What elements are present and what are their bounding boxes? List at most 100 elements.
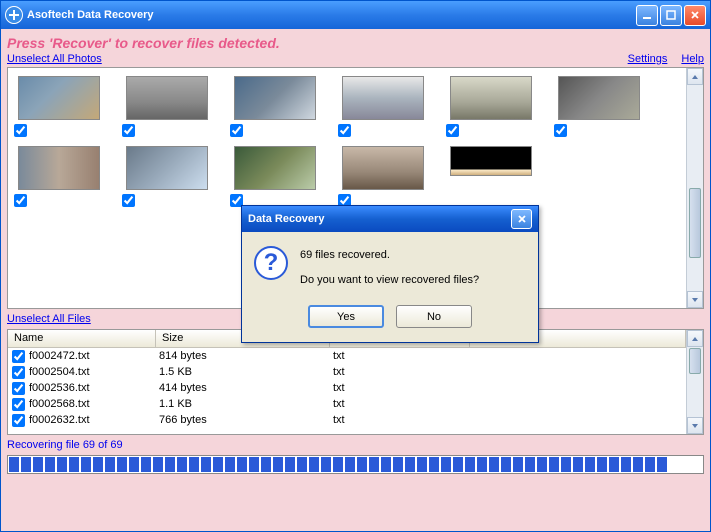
photo-thumbnail[interactable] bbox=[126, 76, 208, 120]
unselect-files-link[interactable]: Unselect All Files bbox=[7, 313, 91, 325]
photo-thumbnail[interactable] bbox=[450, 76, 532, 120]
close-button[interactable] bbox=[684, 5, 706, 26]
progress-segment bbox=[309, 457, 319, 472]
minimize-button[interactable] bbox=[636, 5, 658, 26]
settings-link[interactable]: Settings bbox=[628, 53, 668, 65]
photo-item[interactable] bbox=[122, 76, 212, 140]
photo-checkbox[interactable] bbox=[338, 124, 351, 137]
progress-segment bbox=[537, 457, 547, 472]
progress-segment bbox=[33, 457, 43, 472]
scroll-thumb[interactable] bbox=[689, 188, 701, 258]
photo-item[interactable] bbox=[446, 146, 536, 210]
photo-thumbnail[interactable] bbox=[342, 76, 424, 120]
photo-checkbox[interactable] bbox=[446, 124, 459, 137]
photo-item[interactable] bbox=[230, 146, 320, 210]
progress-segment bbox=[465, 457, 475, 472]
file-checkbox[interactable] bbox=[12, 366, 25, 379]
photo-item[interactable] bbox=[338, 146, 428, 210]
col-name[interactable]: Name bbox=[8, 330, 156, 347]
progress-segment bbox=[81, 457, 91, 472]
file-name: f0002536.txt bbox=[29, 382, 159, 394]
progress-segment bbox=[501, 457, 511, 472]
help-link[interactable]: Help bbox=[681, 53, 704, 65]
progress-segment bbox=[333, 457, 343, 472]
progress-segment bbox=[105, 457, 115, 472]
recovery-dialog: Data Recovery ? 69 files recovered. Do y… bbox=[241, 205, 539, 343]
photo-thumbnail[interactable] bbox=[558, 76, 640, 120]
photo-thumbnail[interactable] bbox=[18, 76, 100, 120]
dialog-titlebar: Data Recovery bbox=[242, 206, 538, 232]
progress-segment bbox=[261, 457, 271, 472]
photo-item[interactable] bbox=[554, 76, 644, 140]
photo-item[interactable] bbox=[230, 76, 320, 140]
file-ext: txt bbox=[333, 414, 473, 426]
yes-button[interactable]: Yes bbox=[308, 305, 384, 328]
file-checkbox[interactable] bbox=[12, 382, 25, 395]
progress-segment bbox=[321, 457, 331, 472]
file-checkbox[interactable] bbox=[12, 350, 25, 363]
photo-checkbox[interactable] bbox=[554, 124, 567, 137]
progress-segment bbox=[201, 457, 211, 472]
progress-segment bbox=[57, 457, 67, 472]
table-row[interactable]: f0002632.txt766 bytestxt bbox=[8, 412, 686, 428]
table-row[interactable]: f0002568.txt1.1 KBtxt bbox=[8, 396, 686, 412]
photo-thumbnail[interactable] bbox=[342, 146, 424, 190]
photo-thumbnail[interactable] bbox=[450, 146, 532, 176]
progress-segment bbox=[453, 457, 463, 472]
scroll-down-icon[interactable] bbox=[687, 417, 703, 434]
photo-checkbox[interactable] bbox=[14, 124, 27, 137]
progress-bar bbox=[7, 455, 704, 474]
photo-scrollbar[interactable] bbox=[686, 68, 703, 308]
file-size: 1.1 KB bbox=[159, 398, 333, 410]
scroll-up-icon[interactable] bbox=[687, 330, 703, 347]
photo-thumbnail[interactable] bbox=[234, 76, 316, 120]
photo-checkbox[interactable] bbox=[14, 194, 27, 207]
no-button[interactable]: No bbox=[396, 305, 472, 328]
maximize-button[interactable] bbox=[660, 5, 682, 26]
file-checkbox[interactable] bbox=[12, 414, 25, 427]
photo-checkbox[interactable] bbox=[230, 124, 243, 137]
photo-thumbnail[interactable] bbox=[234, 146, 316, 190]
photo-checkbox[interactable] bbox=[122, 124, 135, 137]
photo-item[interactable] bbox=[14, 76, 104, 140]
progress-segment bbox=[489, 457, 499, 472]
progress-segment bbox=[609, 457, 619, 472]
progress-segment bbox=[441, 457, 451, 472]
file-list: Name Size Extension f0002472.txt814 byte… bbox=[7, 329, 704, 435]
table-row[interactable]: f0002536.txt414 bytestxt bbox=[8, 380, 686, 396]
app-icon bbox=[5, 6, 23, 24]
progress-segment bbox=[93, 457, 103, 472]
progress-segment bbox=[237, 457, 247, 472]
file-size: 814 bytes bbox=[159, 350, 333, 362]
photo-thumbnail[interactable] bbox=[18, 146, 100, 190]
progress-segment bbox=[21, 457, 31, 472]
table-row[interactable]: f0002472.txt814 bytestxt bbox=[8, 348, 686, 364]
scroll-down-icon[interactable] bbox=[687, 291, 703, 308]
photo-thumbnail[interactable] bbox=[126, 146, 208, 190]
status-text: Recovering file 69 of 69 bbox=[7, 439, 704, 451]
file-ext: txt bbox=[333, 382, 473, 394]
photo-item[interactable] bbox=[14, 146, 104, 210]
photo-item[interactable] bbox=[446, 76, 536, 140]
table-row[interactable]: f0002504.txt1.5 KBtxt bbox=[8, 364, 686, 380]
progress-segment bbox=[645, 457, 655, 472]
file-checkbox[interactable] bbox=[12, 398, 25, 411]
progress-segment bbox=[549, 457, 559, 472]
progress-segment bbox=[249, 457, 259, 472]
file-name: f0002632.txt bbox=[29, 414, 159, 426]
dialog-close-button[interactable] bbox=[511, 209, 532, 229]
hint-text: Press 'Recover' to recover files detecte… bbox=[7, 35, 704, 51]
unselect-photos-link[interactable]: Unselect All Photos bbox=[7, 53, 102, 65]
scroll-thumb[interactable] bbox=[689, 348, 701, 374]
progress-segment bbox=[345, 457, 355, 472]
file-scrollbar[interactable] bbox=[686, 330, 703, 434]
scroll-up-icon[interactable] bbox=[687, 68, 703, 85]
progress-segment bbox=[393, 457, 403, 472]
progress-segment bbox=[141, 457, 151, 472]
file-ext: txt bbox=[333, 350, 473, 362]
photo-item[interactable] bbox=[338, 76, 428, 140]
photo-checkbox[interactable] bbox=[122, 194, 135, 207]
progress-segment bbox=[417, 457, 427, 472]
progress-segment bbox=[513, 457, 523, 472]
photo-item[interactable] bbox=[122, 146, 212, 210]
